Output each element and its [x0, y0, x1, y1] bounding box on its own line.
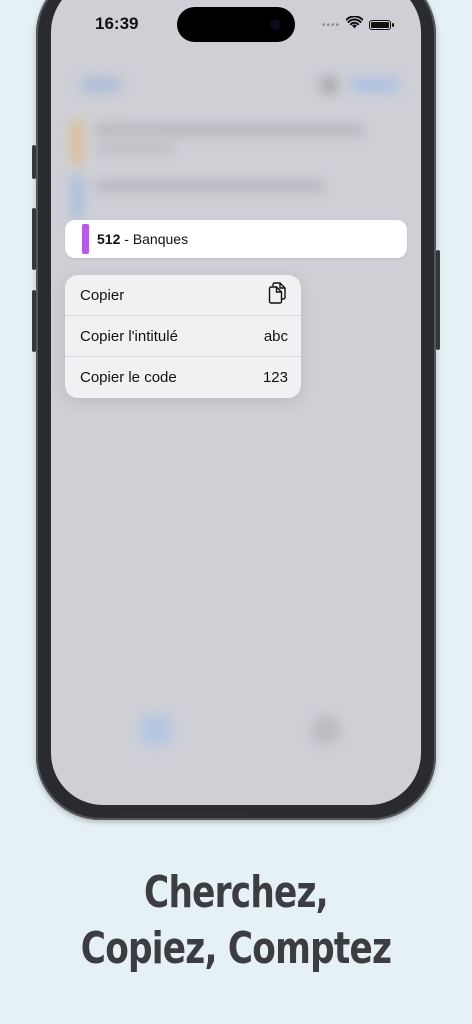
copy-documents-icon — [268, 282, 288, 308]
menu-item-copy-code[interactable]: Copier le code 123 — [65, 357, 301, 398]
menu-item-copy[interactable]: Copier — [65, 275, 301, 316]
status-time: 16:39 — [95, 14, 139, 33]
power-button — [436, 250, 440, 350]
battery-icon — [369, 20, 394, 30]
tagline-line-2: Copiez, Comptez — [80, 923, 392, 974]
account-label: Banques — [132, 231, 189, 247]
menu-item-label: Copier — [80, 286, 125, 304]
home-indicator — [119, 813, 252, 817]
account-preview-row: 512 - Banques — [65, 220, 407, 258]
status-icons: •••• — [321, 15, 394, 34]
menu-item-label: Copier le code — [80, 369, 177, 386]
wifi-icon — [345, 15, 364, 34]
category-color-bar — [82, 224, 89, 254]
account-code: 512 — [97, 231, 121, 247]
tagline-line-1: Cherchez, — [144, 867, 329, 918]
signal-dots-icon: •••• — [321, 19, 340, 31]
menu-item-meta: abc — [263, 327, 288, 345]
phone-screen: 16:39 •••• 512 - Banques Copier Copier l… — [51, 0, 421, 805]
account-separator: - — [120, 231, 133, 247]
dynamic-island — [177, 7, 295, 42]
menu-item-meta: 123 — [262, 369, 288, 386]
camera-icon — [270, 19, 281, 30]
menu-item-copy-label[interactable]: Copier l'intitulé abc — [65, 316, 301, 357]
blurred-background — [51, 0, 421, 805]
marketing-tagline: Cherchez, Copiez, Comptez — [52, 865, 420, 977]
menu-item-label: Copier l'intitulé — [80, 327, 178, 345]
context-menu: Copier Copier l'intitulé abc Copier le c… — [65, 275, 301, 398]
